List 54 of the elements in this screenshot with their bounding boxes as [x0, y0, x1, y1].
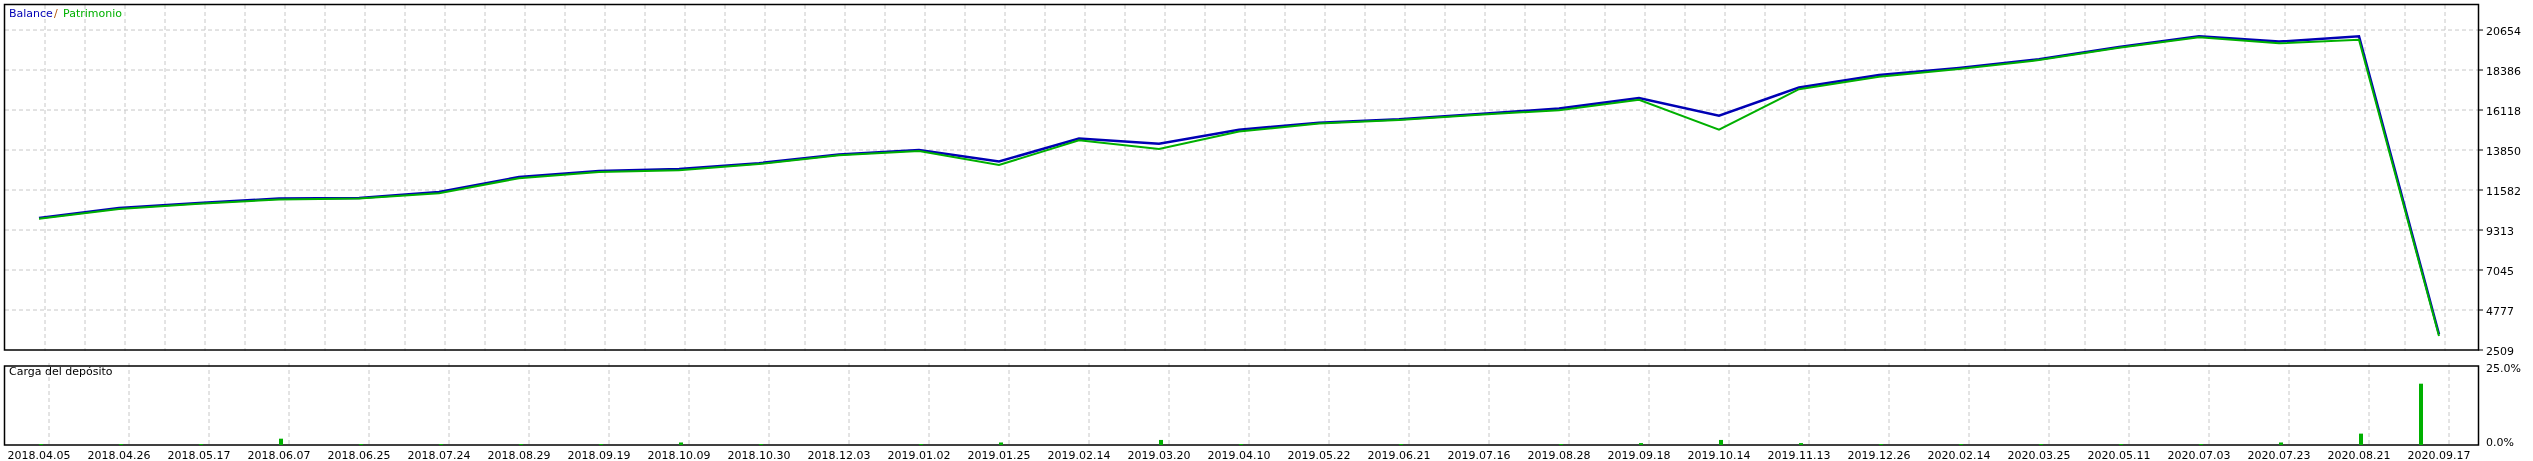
y-axis-label: 9313 [2486, 225, 2514, 238]
legend-separator: / [54, 7, 58, 20]
legend-equity-label: Patrimonio [63, 7, 122, 20]
load-bar [2279, 442, 2283, 445]
y-axis-label: 2509 [2486, 345, 2514, 358]
x-axis-label: 2019.10.14 [1687, 449, 1751, 461]
x-axis-label: 2020.09.17 [2407, 449, 2471, 461]
x-axis-label: 2018.07.24 [407, 449, 471, 461]
x-axis-label: 2019.11.13 [1767, 449, 1831, 461]
y-axis-label: 16118 [2486, 105, 2521, 118]
load-bar [1159, 439, 1163, 445]
x-axis-label: 2019.12.26 [1847, 449, 1911, 461]
y-axis-label: 7045 [2486, 265, 2514, 278]
x-axis-label: 2018.09.19 [567, 449, 631, 461]
y-axis-label: 13850 [2486, 145, 2521, 158]
x-axis-label: 2020.02.14 [1927, 449, 1991, 461]
x-axis-label: 2018.06.07 [247, 449, 311, 461]
x-axis-label: 2019.09.18 [1607, 449, 1671, 461]
x-axis-label: 2019.04.10 [1207, 449, 1271, 461]
y-axis-label: 18386 [2486, 65, 2521, 79]
load-bar [999, 442, 1003, 445]
y-axis-label: 20654 [2486, 25, 2521, 39]
x-axis-label: 2019.02.14 [1047, 449, 1111, 461]
x-axis-label: 2020.03.25 [2007, 449, 2071, 461]
x-axis-label: 2018.04.26 [87, 449, 151, 461]
x-axis-label: 2019.01.02 [887, 449, 951, 461]
load-bar [679, 442, 683, 445]
x-axis-label: 2019.07.16 [1447, 449, 1511, 461]
y-axis-label: 0.0% [2486, 436, 2514, 449]
x-axis-label: 2018.08.29 [487, 449, 551, 461]
x-axis-label: 2019.06.21 [1367, 449, 1431, 461]
x-axis-label: 2018.05.17 [167, 449, 231, 461]
x-axis-label: 2018.12.03 [807, 449, 871, 461]
y-axis-label: 4777 [2486, 305, 2514, 318]
y-axis-label: 25.0% [2486, 362, 2521, 375]
legend-balance-label: Balance [9, 7, 53, 20]
x-axis-label: 2018.10.09 [647, 449, 711, 461]
panel-title: Carga del depósito [9, 365, 113, 378]
load-bar [1719, 439, 1723, 445]
x-axis-label: 2019.03.20 [1127, 449, 1191, 461]
x-axis-label: 2018.06.25 [327, 449, 391, 461]
x-axis-label: 2020.07.03 [2167, 449, 2231, 461]
x-axis-label: 2018.10.30 [727, 449, 791, 461]
load-bar [2419, 383, 2423, 445]
x-axis-label: 2019.08.28 [1527, 449, 1591, 461]
x-axis-label: 2020.07.23 [2247, 449, 2311, 461]
x-axis-label: 2019.01.25 [967, 449, 1031, 461]
x-axis-label: 2020.08.21 [2327, 449, 2391, 461]
load-bar [279, 438, 283, 445]
y-axis-label: 11582 [2486, 185, 2521, 198]
x-axis-label: 2018.04.05 [7, 449, 71, 461]
x-axis-label: 2020.05.11 [2087, 449, 2151, 461]
x-axis-label: 2019.05.22 [1287, 449, 1351, 461]
load-bar [2359, 433, 2363, 445]
